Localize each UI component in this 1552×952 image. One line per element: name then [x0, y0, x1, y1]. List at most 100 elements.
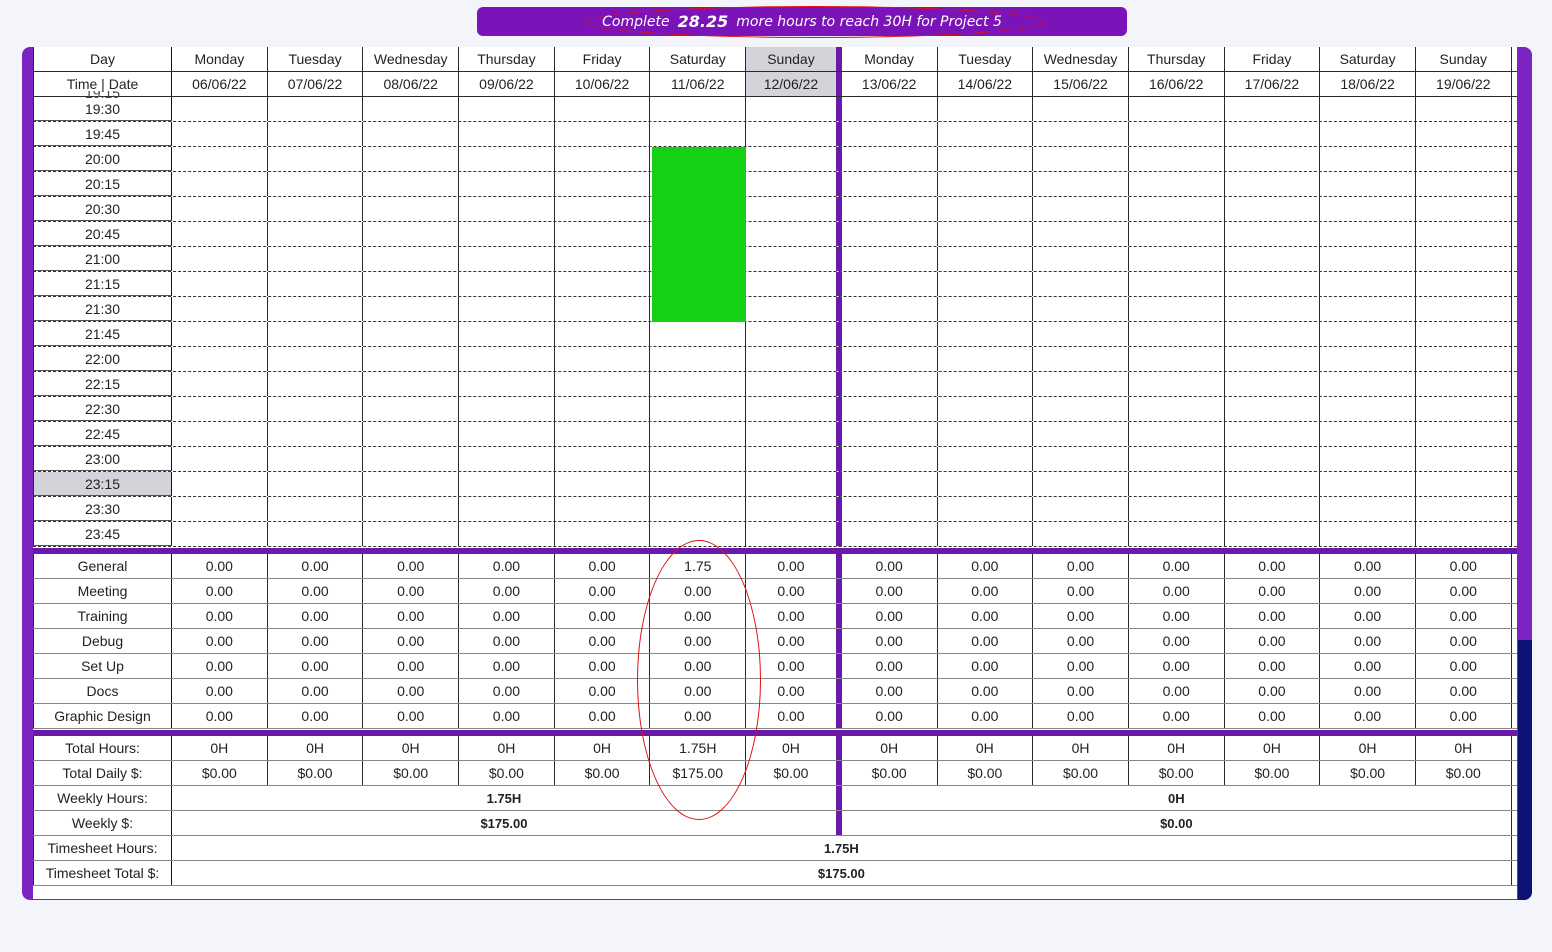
time-slot-cell[interactable]: [746, 222, 842, 246]
time-slot-cell[interactable]: [1225, 297, 1321, 321]
time-slot-cell[interactable]: [938, 147, 1034, 171]
time-slot-cell[interactable]: [555, 122, 651, 146]
time-slot-cell[interactable]: [1033, 247, 1129, 271]
day-date[interactable]: 10/06/22: [555, 72, 651, 96]
time-slot-cell[interactable]: [1416, 222, 1512, 246]
time-slot-cell[interactable]: [1320, 372, 1416, 396]
time-slot-cell[interactable]: [363, 272, 460, 296]
day-date[interactable]: 11/06/22: [650, 72, 747, 96]
time-slot-cell[interactable]: [1033, 372, 1129, 396]
day-name[interactable]: Friday: [555, 47, 651, 71]
time-slot-cell[interactable]: [842, 447, 938, 471]
time-slot-cell[interactable]: [842, 272, 938, 296]
time-slot-cell[interactable]: [842, 122, 938, 146]
time-slot-cell[interactable]: [938, 297, 1034, 321]
time-slot-cell[interactable]: [1129, 97, 1225, 121]
day-name[interactable]: Sunday: [1416, 47, 1512, 71]
time-slot-cell[interactable]: [1320, 272, 1416, 296]
time-slot-cell[interactable]: [459, 97, 555, 121]
time-slot-cell[interactable]: [1225, 147, 1321, 171]
time-slot-cell[interactable]: [1129, 297, 1225, 321]
time-slot-cell[interactable]: [1320, 97, 1416, 121]
time-slot-cell[interactable]: [172, 372, 268, 396]
time-slot-cell[interactable]: [1320, 122, 1416, 146]
time-slot-cell[interactable]: [363, 447, 460, 471]
time-slot-cell[interactable]: [555, 422, 651, 446]
time-slot-cell[interactable]: [938, 222, 1034, 246]
time-slot-cell[interactable]: [842, 197, 938, 221]
time-slot-cell[interactable]: [746, 497, 842, 521]
day-date[interactable]: 12/06/22: [746, 72, 842, 96]
time-slot-cell[interactable]: [1320, 322, 1416, 346]
time-slot-cell[interactable]: [1225, 372, 1321, 396]
day-date[interactable]: 09/06/22: [459, 72, 555, 96]
time-slot-cell[interactable]: [555, 222, 651, 246]
time-slot-cell[interactable]: [172, 397, 268, 421]
day-name[interactable]: Sunday: [746, 47, 842, 71]
time-slot-cell[interactable]: [268, 97, 364, 121]
time-slot-cell[interactable]: [1129, 222, 1225, 246]
time-slot-cell[interactable]: [1033, 97, 1129, 121]
time-slot-cell[interactable]: [363, 172, 460, 196]
day-date[interactable]: 07/06/22: [268, 72, 364, 96]
time-slot-cell[interactable]: [650, 422, 747, 446]
time-slot-cell[interactable]: [172, 147, 268, 171]
time-slot-cell[interactable]: [172, 322, 268, 346]
day-date[interactable]: 08/06/22: [363, 72, 460, 96]
time-slot-cell[interactable]: [650, 372, 747, 396]
time-slot-cell[interactable]: [1129, 447, 1225, 471]
time-slot-cell[interactable]: [363, 522, 460, 546]
time-slot-cell[interactable]: [1129, 172, 1225, 196]
time-slot-cell[interactable]: [1225, 197, 1321, 221]
time-slot-cell[interactable]: [1033, 497, 1129, 521]
time-slot-cell[interactable]: [746, 122, 842, 146]
time-slot-cell[interactable]: [1320, 497, 1416, 521]
time-slot-cell[interactable]: [746, 172, 842, 196]
time-slot-cell[interactable]: [1129, 472, 1225, 496]
time-slot-cell[interactable]: [746, 372, 842, 396]
day-name[interactable]: Wednesday: [1033, 47, 1129, 71]
time-slot-cell[interactable]: [1416, 247, 1512, 271]
day-name[interactable]: Friday: [1225, 47, 1321, 71]
time-slot-cell[interactable]: [363, 422, 460, 446]
time-slot-cell[interactable]: [1416, 397, 1512, 421]
time-slot-cell[interactable]: [268, 197, 364, 221]
time-slot-cell[interactable]: [1033, 272, 1129, 296]
time-slot-cell[interactable]: [1225, 247, 1321, 271]
time-slot-cell[interactable]: [459, 422, 555, 446]
time-slot-cell[interactable]: [459, 447, 555, 471]
day-name[interactable]: Thursday: [459, 47, 555, 71]
time-slot-cell[interactable]: [1320, 147, 1416, 171]
time-slot-cell[interactable]: [1225, 222, 1321, 246]
time-slot-cell[interactable]: [1129, 122, 1225, 146]
time-slot-cell[interactable]: [172, 222, 268, 246]
time-slot-cell[interactable]: [842, 497, 938, 521]
time-slot-cell[interactable]: [938, 172, 1034, 196]
time-slot-cell[interactable]: [459, 222, 555, 246]
time-slot-cell[interactable]: [1320, 422, 1416, 446]
time-slot-cell[interactable]: [1225, 172, 1321, 196]
time-slot-cell[interactable]: [1416, 272, 1512, 296]
time-slot-cell[interactable]: [459, 297, 555, 321]
time-slot-cell[interactable]: [172, 422, 268, 446]
time-slot-cell[interactable]: [1320, 247, 1416, 271]
time-slot-cell[interactable]: [459, 197, 555, 221]
day-name[interactable]: Tuesday: [938, 47, 1034, 71]
time-slot-cell[interactable]: [938, 397, 1034, 421]
time-slot-cell[interactable]: [1033, 397, 1129, 421]
time-slot-cell[interactable]: [1129, 522, 1225, 546]
time-slot-cell[interactable]: [555, 172, 651, 196]
time-slot-cell[interactable]: [555, 272, 651, 296]
time-slot-cell[interactable]: [268, 397, 364, 421]
time-slot-cell[interactable]: [746, 397, 842, 421]
day-date[interactable]: 18/06/22: [1320, 72, 1416, 96]
time-slot-cell[interactable]: [555, 472, 651, 496]
day-date[interactable]: 15/06/22: [1033, 72, 1129, 96]
time-slot-cell[interactable]: [172, 272, 268, 296]
time-slot-cell[interactable]: [1225, 497, 1321, 521]
time-slot-cell[interactable]: [842, 397, 938, 421]
time-slot-cell[interactable]: [746, 422, 842, 446]
time-slot-cell[interactable]: [555, 197, 651, 221]
time-slot-cell[interactable]: [172, 97, 268, 121]
time-slot-cell[interactable]: [363, 122, 460, 146]
